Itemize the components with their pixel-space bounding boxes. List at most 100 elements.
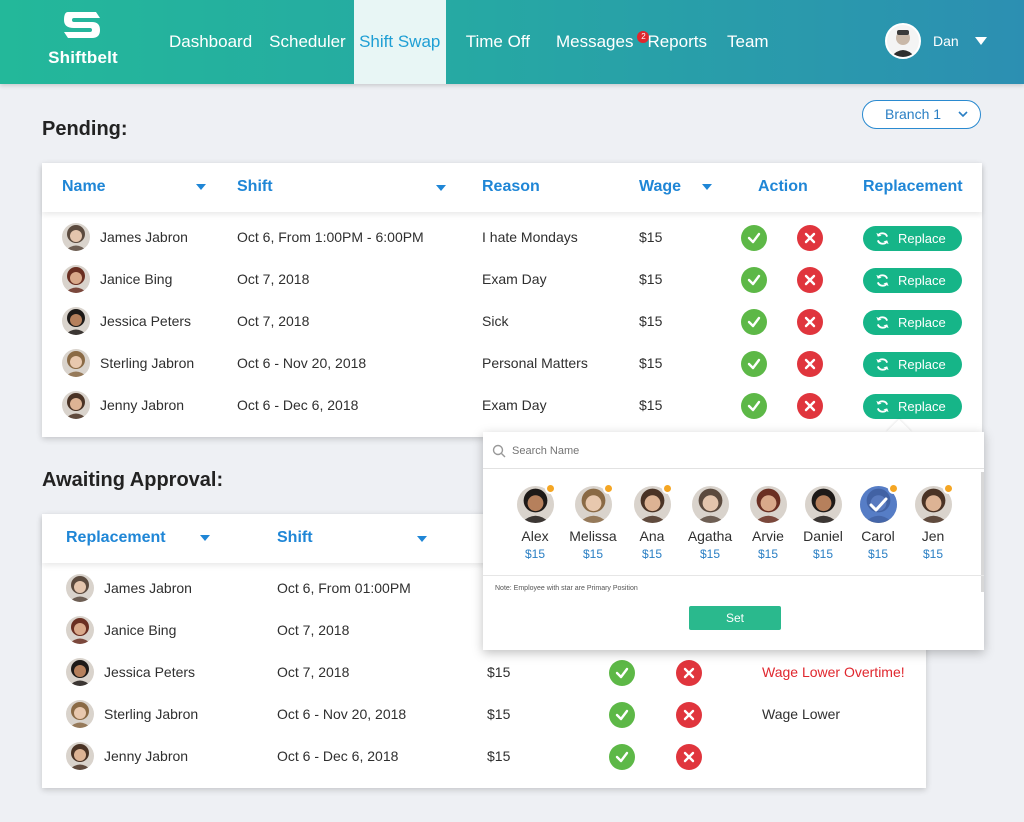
chevron-down-icon: [974, 37, 987, 45]
branch-select[interactable]: Branch 1: [862, 100, 981, 129]
employee-option[interactable]: Melissa $15: [565, 483, 621, 561]
avatar: [914, 483, 954, 523]
replacement-name: Jenny Jabron: [104, 748, 189, 764]
col-header-wage[interactable]: Wage: [639, 178, 681, 196]
sort-caret-icon[interactable]: [200, 535, 210, 541]
app-logo[interactable]: Shiftbelt: [44, 8, 122, 68]
employee-option[interactable]: Agatha $15: [682, 486, 738, 561]
nav-messages-label: Messages: [555, 32, 634, 51]
nav-reports[interactable]: Reports: [645, 0, 715, 84]
employee-option-wage: $15: [641, 547, 663, 561]
col-header-reason[interactable]: Reason: [482, 178, 540, 196]
avatar: [62, 223, 90, 251]
approve-button[interactable]: [609, 702, 635, 728]
reject-button[interactable]: [797, 225, 823, 251]
reject-button[interactable]: [676, 660, 702, 686]
employee-option-name: Ana: [639, 528, 665, 544]
reason-value: I hate Mondays: [482, 229, 578, 245]
employee-option[interactable]: Jen $15: [905, 483, 961, 561]
avatar: [859, 483, 899, 523]
employee-option[interactable]: Ana $15: [624, 483, 680, 561]
approve-button[interactable]: [741, 267, 767, 293]
approve-button[interactable]: [609, 660, 635, 686]
reject-button[interactable]: [797, 267, 823, 293]
employee-option[interactable]: Daniel $15: [795, 486, 851, 561]
star-icon: [887, 483, 899, 494]
shift-value: Oct 7, 2018: [277, 622, 350, 638]
replace-button-label: Replace: [898, 231, 946, 246]
replacement-name: Janice Bing: [104, 622, 177, 638]
star-icon: [942, 483, 954, 494]
approve-button[interactable]: [741, 309, 767, 335]
nav-scheduler[interactable]: Scheduler: [260, 0, 354, 84]
sort-caret-icon[interactable]: [196, 184, 206, 190]
avatar: [62, 391, 90, 419]
check-icon: [747, 232, 761, 244]
employee-option[interactable]: Alex $15: [507, 483, 563, 561]
employee-option-wage: $15: [812, 547, 834, 561]
pending-title: Pending:: [42, 118, 128, 140]
nav-dashboard[interactable]: Dashboard: [160, 0, 260, 84]
nav-shift-swap[interactable]: Shift Swap: [353, 0, 446, 84]
employee-option-name: Daniel: [803, 528, 843, 544]
star-icon: [544, 483, 556, 494]
refresh-icon: [876, 274, 889, 287]
status-note: Wage Lower: [762, 706, 841, 722]
user-menu[interactable]: Dan: [885, 23, 987, 59]
awaiting-title: Awaiting Approval:: [42, 469, 224, 491]
reject-button[interactable]: [797, 393, 823, 419]
replace-button[interactable]: Replace: [863, 352, 962, 377]
shift-value: Oct 6 - Nov 20, 2018: [277, 706, 407, 722]
col-header-shift[interactable]: Shift: [237, 178, 273, 196]
replace-button[interactable]: Replace: [863, 226, 962, 251]
replacement-name: Sterling Jabron: [104, 706, 199, 722]
scrollbar[interactable]: [981, 472, 984, 592]
employee-option-name: Alex: [521, 528, 549, 544]
app-name: Shiftbelt: [48, 48, 118, 67]
col-header-name[interactable]: Name: [62, 178, 106, 196]
approve-button[interactable]: [741, 225, 767, 251]
search-icon: [492, 444, 506, 458]
nav-messages[interactable]: Messages 2: [538, 0, 650, 84]
employee-name: James Jabron: [100, 229, 188, 245]
sort-caret-icon[interactable]: [702, 184, 712, 190]
reason-value: Sick: [482, 313, 509, 329]
avatar: [516, 483, 556, 523]
table-row: Sterling Jabron Oct 6 - Nov 20, 2018 Per…: [42, 343, 982, 385]
col-header-shift[interactable]: Shift: [277, 529, 313, 547]
user-avatar: [885, 23, 921, 59]
set-button[interactable]: Set: [689, 606, 781, 630]
replace-button[interactable]: Replace: [863, 268, 962, 293]
nav-team[interactable]: Team: [715, 0, 777, 84]
reject-button[interactable]: [676, 744, 702, 770]
wage-value: $15: [487, 748, 511, 764]
main-nav: Dashboard Scheduler Shift Swap Time Off …: [160, 0, 777, 84]
replace-button-label: Replace: [898, 357, 946, 372]
employee-option[interactable]: Arvie $15: [740, 486, 796, 561]
search-name-input[interactable]: [512, 440, 952, 462]
close-icon: [683, 709, 695, 721]
replace-button[interactable]: Replace: [863, 394, 962, 419]
wage-value: $15: [639, 271, 663, 287]
nav-time-off[interactable]: Time Off: [446, 0, 538, 84]
sort-caret-icon[interactable]: [417, 536, 427, 542]
col-header-replacement[interactable]: Replacement: [66, 529, 166, 547]
avatar: [574, 483, 614, 523]
employee-option-wage: $15: [582, 547, 604, 561]
shift-value: Oct 6 - Dec 6, 2018: [237, 397, 359, 413]
sort-caret-icon[interactable]: [436, 185, 446, 191]
employee-option-wage: $15: [867, 547, 889, 561]
reject-button[interactable]: [797, 309, 823, 335]
approve-button[interactable]: [741, 351, 767, 377]
pending-table: Name Shift Reason Wage Action Replacemen…: [42, 163, 982, 437]
approve-button[interactable]: [741, 393, 767, 419]
reject-button[interactable]: [676, 702, 702, 728]
replace-button[interactable]: Replace: [863, 310, 962, 335]
approve-button[interactable]: [609, 744, 635, 770]
wage-value: $15: [639, 313, 663, 329]
shift-value: Oct 6, From 01:00PM: [277, 580, 411, 596]
employee-option[interactable]: Carol $15: [850, 483, 906, 561]
reject-button[interactable]: [797, 351, 823, 377]
employee-option-name: Melissa: [569, 528, 617, 544]
close-icon: [804, 274, 816, 286]
